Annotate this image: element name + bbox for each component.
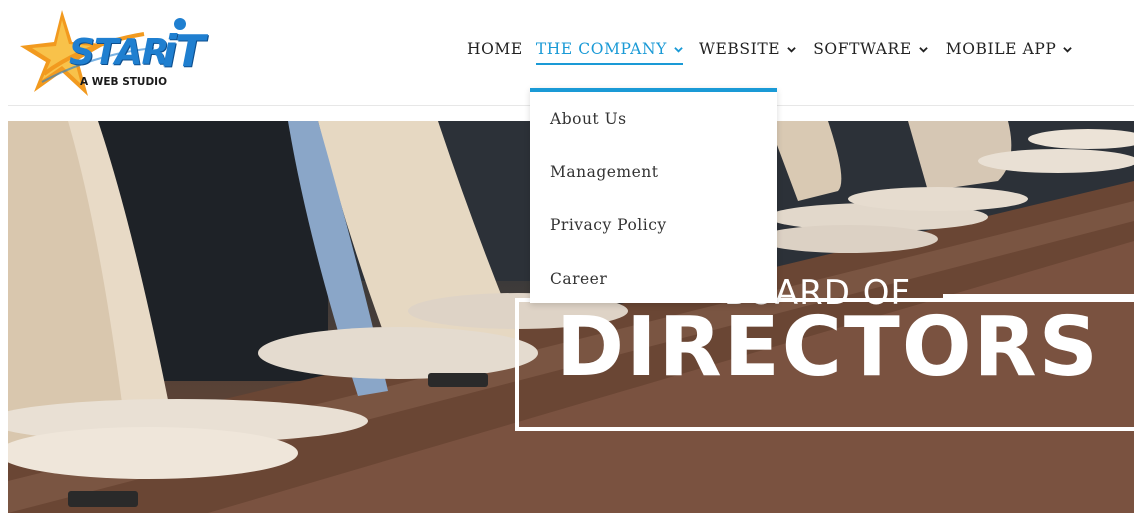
main-nav: HOME THE COMPANY WEBSITE SOFTWARE MOBILE… — [467, 36, 1073, 65]
nav-item-label: THE COMPANY — [535, 40, 667, 58]
nav-item-website[interactable]: WEBSITE — [699, 36, 796, 62]
logo-brand-star: STAR — [69, 32, 169, 73]
chevron-down-icon — [787, 46, 796, 53]
chevron-down-icon — [919, 46, 928, 53]
site-logo[interactable]: STAR iT A WEB STUDIO — [14, 4, 224, 100]
nav-item-software[interactable]: SOFTWARE — [813, 36, 928, 62]
nav-item-label: SOFTWARE — [813, 40, 912, 58]
logo-tagline: A WEB STUDIO — [80, 76, 167, 88]
nav-item-mobile-app[interactable]: MOBILE APP — [946, 36, 1073, 62]
nav-item-home[interactable]: HOME — [467, 36, 523, 62]
dropdown-item-about-us[interactable]: About Us — [550, 110, 627, 128]
chevron-down-icon — [674, 46, 683, 53]
hero-title-line — [943, 294, 1134, 298]
dropdown-item-privacy-policy[interactable]: Privacy Policy — [550, 216, 667, 234]
dropdown-item-career[interactable]: Career — [550, 270, 607, 288]
logo-brand-it: iT — [162, 26, 205, 77]
chevron-down-icon — [1063, 46, 1073, 53]
company-dropdown-menu: About Us Management Privacy Policy Caree… — [530, 88, 777, 303]
nav-item-label: WEBSITE — [698, 40, 781, 58]
nav-item-label: HOME — [467, 40, 523, 58]
nav-item-label: MOBILE APP — [945, 40, 1057, 58]
dropdown-item-management[interactable]: Management — [550, 163, 659, 181]
nav-item-the-company[interactable]: THE COMPANY — [535, 36, 684, 65]
hero-title-line2: DIRECTORS — [556, 300, 1100, 395]
